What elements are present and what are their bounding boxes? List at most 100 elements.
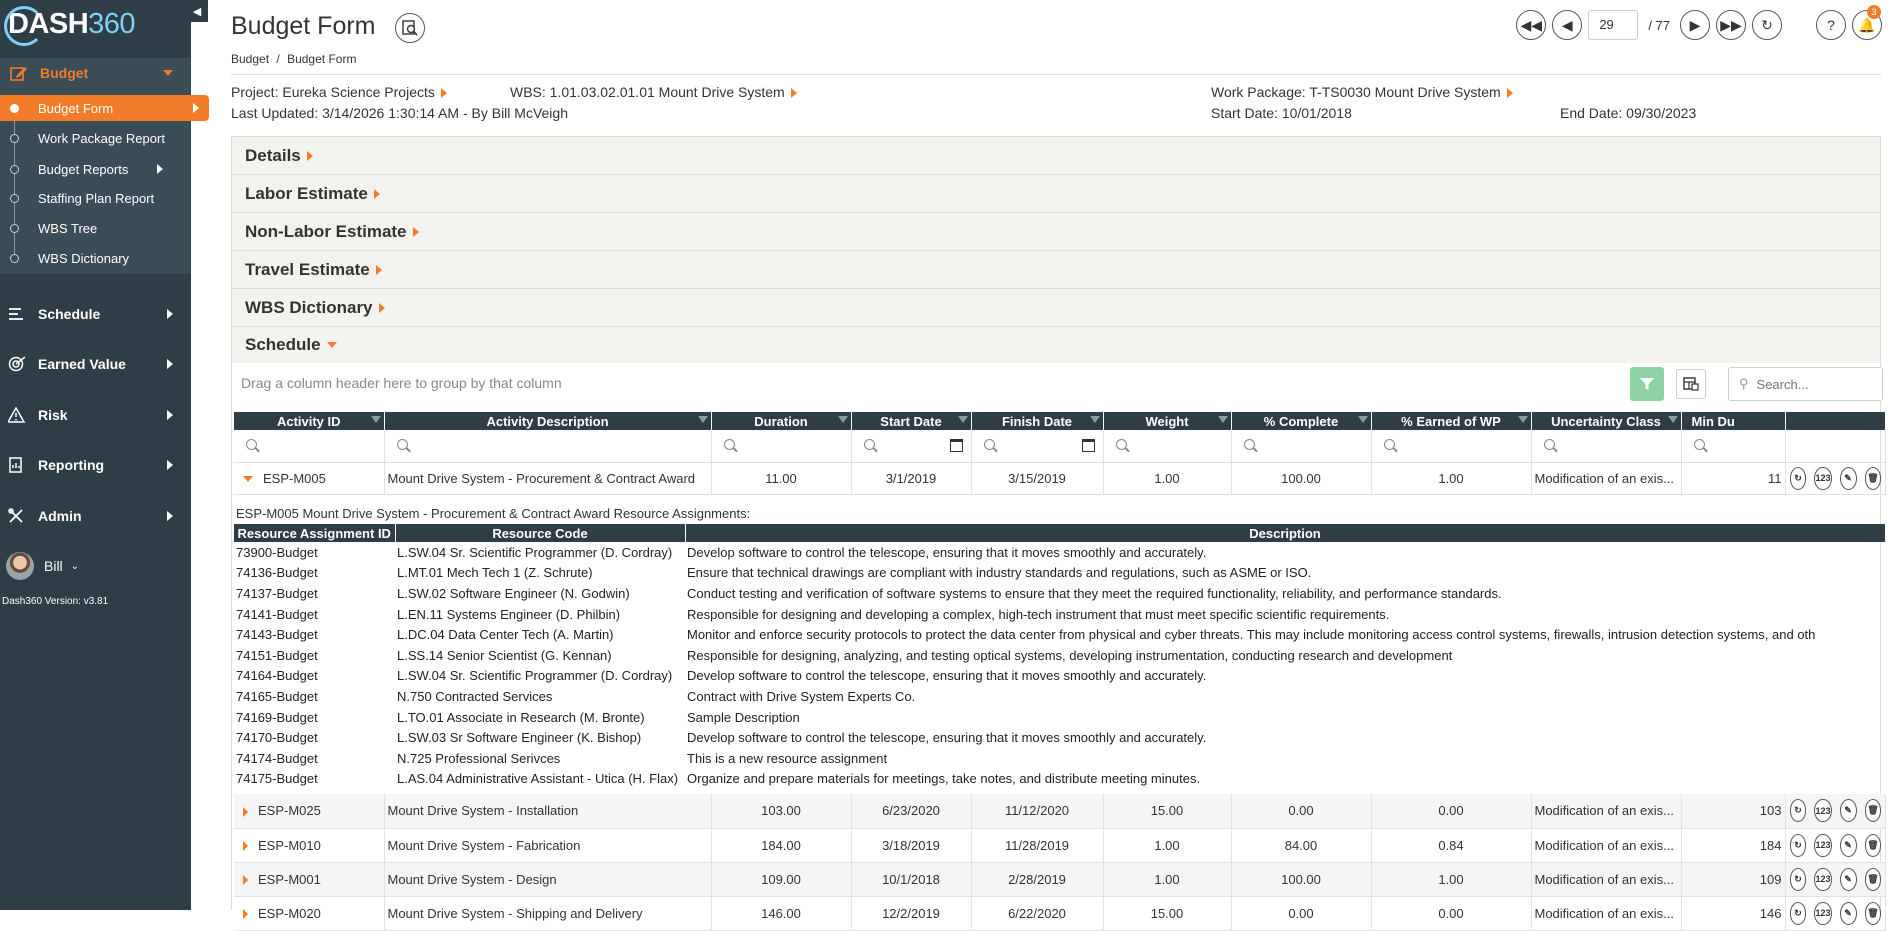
table-row[interactable]: ESP-M010 Mount Drive System - Fabricatio…: [234, 828, 1886, 863]
user-menu[interactable]: Bill ⌄: [6, 552, 79, 580]
refresh-row-button[interactable]: ↻: [1789, 799, 1807, 823]
column-header[interactable]: Finish Date: [971, 412, 1104, 430]
expand-row-icon[interactable]: [243, 841, 248, 852]
filter-icon[interactable]: [370, 416, 381, 423]
edit-button[interactable]: ✎: [1839, 799, 1857, 823]
expand-row-icon[interactable]: [243, 875, 248, 886]
breadcrumb-budget[interactable]: Budget: [231, 52, 269, 66]
detail-row[interactable]: 74165-Budget N.750 Contracted Services Con…: [234, 686, 1885, 707]
expand-row-icon[interactable]: [243, 806, 248, 817]
delete-button[interactable]: 🗑: [1864, 867, 1882, 891]
edit-button[interactable]: ✎: [1839, 466, 1857, 490]
delete-button[interactable]: 🗑: [1864, 799, 1882, 823]
calendar-icon[interactable]: [1081, 439, 1095, 452]
calendar-icon[interactable]: [949, 439, 963, 452]
filter-icon[interactable]: [837, 416, 848, 423]
nav-risk[interactable]: Risk: [0, 397, 191, 433]
sidebar-item-staffing-plan-report[interactable]: Staffing Plan Report: [0, 185, 191, 211]
filter-toggle-button[interactable]: [1630, 367, 1664, 401]
column-header[interactable]: Uncertainty Class: [1531, 412, 1682, 430]
numbers-button[interactable]: 123: [1814, 799, 1832, 823]
detail-row[interactable]: 74137-Budget L.SW.02 Software Engineer (N…: [234, 583, 1885, 604]
column-header[interactable]: Start Date: [851, 412, 972, 430]
table-row[interactable]: ESP-M001 Mount Drive System - Design 109…: [234, 862, 1886, 897]
table-row[interactable]: ESP-M025 Mount Drive System - Installati…: [234, 794, 1886, 829]
nav-reporting[interactable]: Reporting: [0, 447, 191, 483]
next-record-button[interactable]: ▶: [1680, 10, 1710, 40]
column-header[interactable]: Description: [685, 524, 1886, 542]
prev-record-button[interactable]: ◀: [1552, 10, 1583, 40]
refresh-row-button[interactable]: ↻: [1789, 901, 1807, 925]
grid-search-input[interactable]: [1756, 376, 1867, 392]
filter-cell[interactable]: [851, 430, 972, 463]
column-header[interactable]: % Complete: [1231, 412, 1372, 430]
first-record-button[interactable]: ◀◀: [1516, 10, 1547, 40]
wbs-link-icon[interactable]: [790, 88, 797, 99]
edit-button[interactable]: ✎: [1839, 867, 1857, 891]
preview-button[interactable]: [395, 13, 425, 43]
grid-search-box[interactable]: ⚲: [1728, 367, 1883, 401]
edit-button[interactable]: ✎: [1839, 901, 1857, 925]
collapse-row-icon[interactable]: [243, 476, 253, 483]
column-header[interactable]: Resource Code: [395, 524, 686, 542]
numbers-button[interactable]: 123: [1814, 833, 1832, 857]
wp-link-icon[interactable]: [1506, 88, 1513, 99]
delete-button[interactable]: 🗑: [1864, 901, 1882, 925]
sidebar-item-budget-form[interactable]: Budget Form: [0, 95, 209, 121]
project-link-icon[interactable]: [440, 88, 447, 99]
column-header[interactable]: Weight: [1103, 412, 1232, 430]
filter-icon[interactable]: [1517, 416, 1528, 423]
column-header[interactable]: % Earned of WP: [1371, 412, 1532, 430]
group-panel-hint[interactable]: Drag a column header here to group by th…: [241, 375, 562, 391]
panel-schedule[interactable]: Schedule: [231, 326, 1881, 364]
column-header[interactable]: Resource Assignment ID: [234, 524, 396, 542]
filter-icon[interactable]: [697, 416, 708, 423]
detail-row[interactable]: 74151-Budget L.SS.14 Senior Scientist (G.…: [234, 645, 1885, 666]
panel-details[interactable]: Details: [231, 136, 1881, 174]
table-row[interactable]: ESP-M020 Mount Drive System - Shipping a…: [234, 896, 1886, 931]
filter-cell[interactable]: [1371, 430, 1532, 463]
filter-icon[interactable]: [1357, 416, 1368, 423]
column-header[interactable]: Activity ID: [234, 412, 385, 430]
help-button[interactable]: ?: [1816, 10, 1846, 40]
filter-icon[interactable]: [1217, 416, 1228, 423]
panel-wbs-dictionary[interactable]: WBS Dictionary: [231, 288, 1881, 326]
column-header[interactable]: Activity Description: [384, 412, 712, 430]
last-record-button[interactable]: ▶▶: [1716, 10, 1746, 40]
dash360-logo[interactable]: DASH360: [4, 6, 136, 46]
refresh-button[interactable]: ↻: [1752, 10, 1782, 40]
notifications-button[interactable]: 🔔 3: [1852, 5, 1882, 40]
detail-row[interactable]: 74136-Budget L.MT.01 Mech Tech 1 (Z. Schr…: [234, 563, 1885, 584]
nav-budget[interactable]: Budget: [0, 58, 191, 88]
sidebar-item-work-package-report[interactable]: Work Package Report: [0, 125, 191, 151]
panel-non-labor-estimate[interactable]: Non-Labor Estimate: [231, 212, 1881, 250]
numbers-button[interactable]: 123: [1814, 901, 1832, 925]
refresh-row-button[interactable]: ↻: [1789, 466, 1807, 490]
sidebar-item-wbs-dictionary[interactable]: WBS Dictionary: [0, 245, 191, 271]
column-header[interactable]: Min Du: [1681, 412, 1786, 430]
filter-icon[interactable]: [1667, 416, 1678, 423]
refresh-row-button[interactable]: ↻: [1789, 867, 1807, 891]
nav-earned-value[interactable]: Earned Value: [0, 346, 191, 382]
numbers-button[interactable]: 123: [1814, 867, 1832, 891]
filter-cell[interactable]: [711, 430, 852, 463]
table-row[interactable]: ESP-M005 Mount Drive System - Procuremen…: [234, 462, 1886, 495]
numbers-button[interactable]: 123: [1814, 466, 1832, 490]
nav-admin[interactable]: Admin: [0, 498, 191, 534]
detail-row[interactable]: 74169-Budget L.TO.01 Associate in Researc…: [234, 707, 1885, 728]
filter-cell[interactable]: [1103, 430, 1232, 463]
panel-travel-estimate[interactable]: Travel Estimate: [231, 250, 1881, 288]
detail-row[interactable]: 74141-Budget L.EN.11 Systems Engineer (D.…: [234, 604, 1885, 625]
detail-row[interactable]: 74175-Budget L.AS.04 Administrative Assis…: [234, 769, 1885, 790]
refresh-row-button[interactable]: ↻: [1789, 833, 1807, 857]
filter-cell[interactable]: [971, 430, 1104, 463]
expand-row-icon[interactable]: [243, 909, 248, 920]
column-header[interactable]: Duration: [711, 412, 852, 430]
edit-button[interactable]: ✎: [1839, 833, 1857, 857]
column-chooser-button[interactable]: [1676, 369, 1706, 399]
detail-row[interactable]: 74174-Budget N.725 Professional Serivces T…: [234, 748, 1885, 769]
filter-icon[interactable]: [1089, 416, 1100, 423]
filter-cell[interactable]: [1231, 430, 1372, 463]
filter-cell[interactable]: [384, 430, 712, 463]
sidebar-item-wbs-tree[interactable]: WBS Tree: [0, 215, 191, 241]
